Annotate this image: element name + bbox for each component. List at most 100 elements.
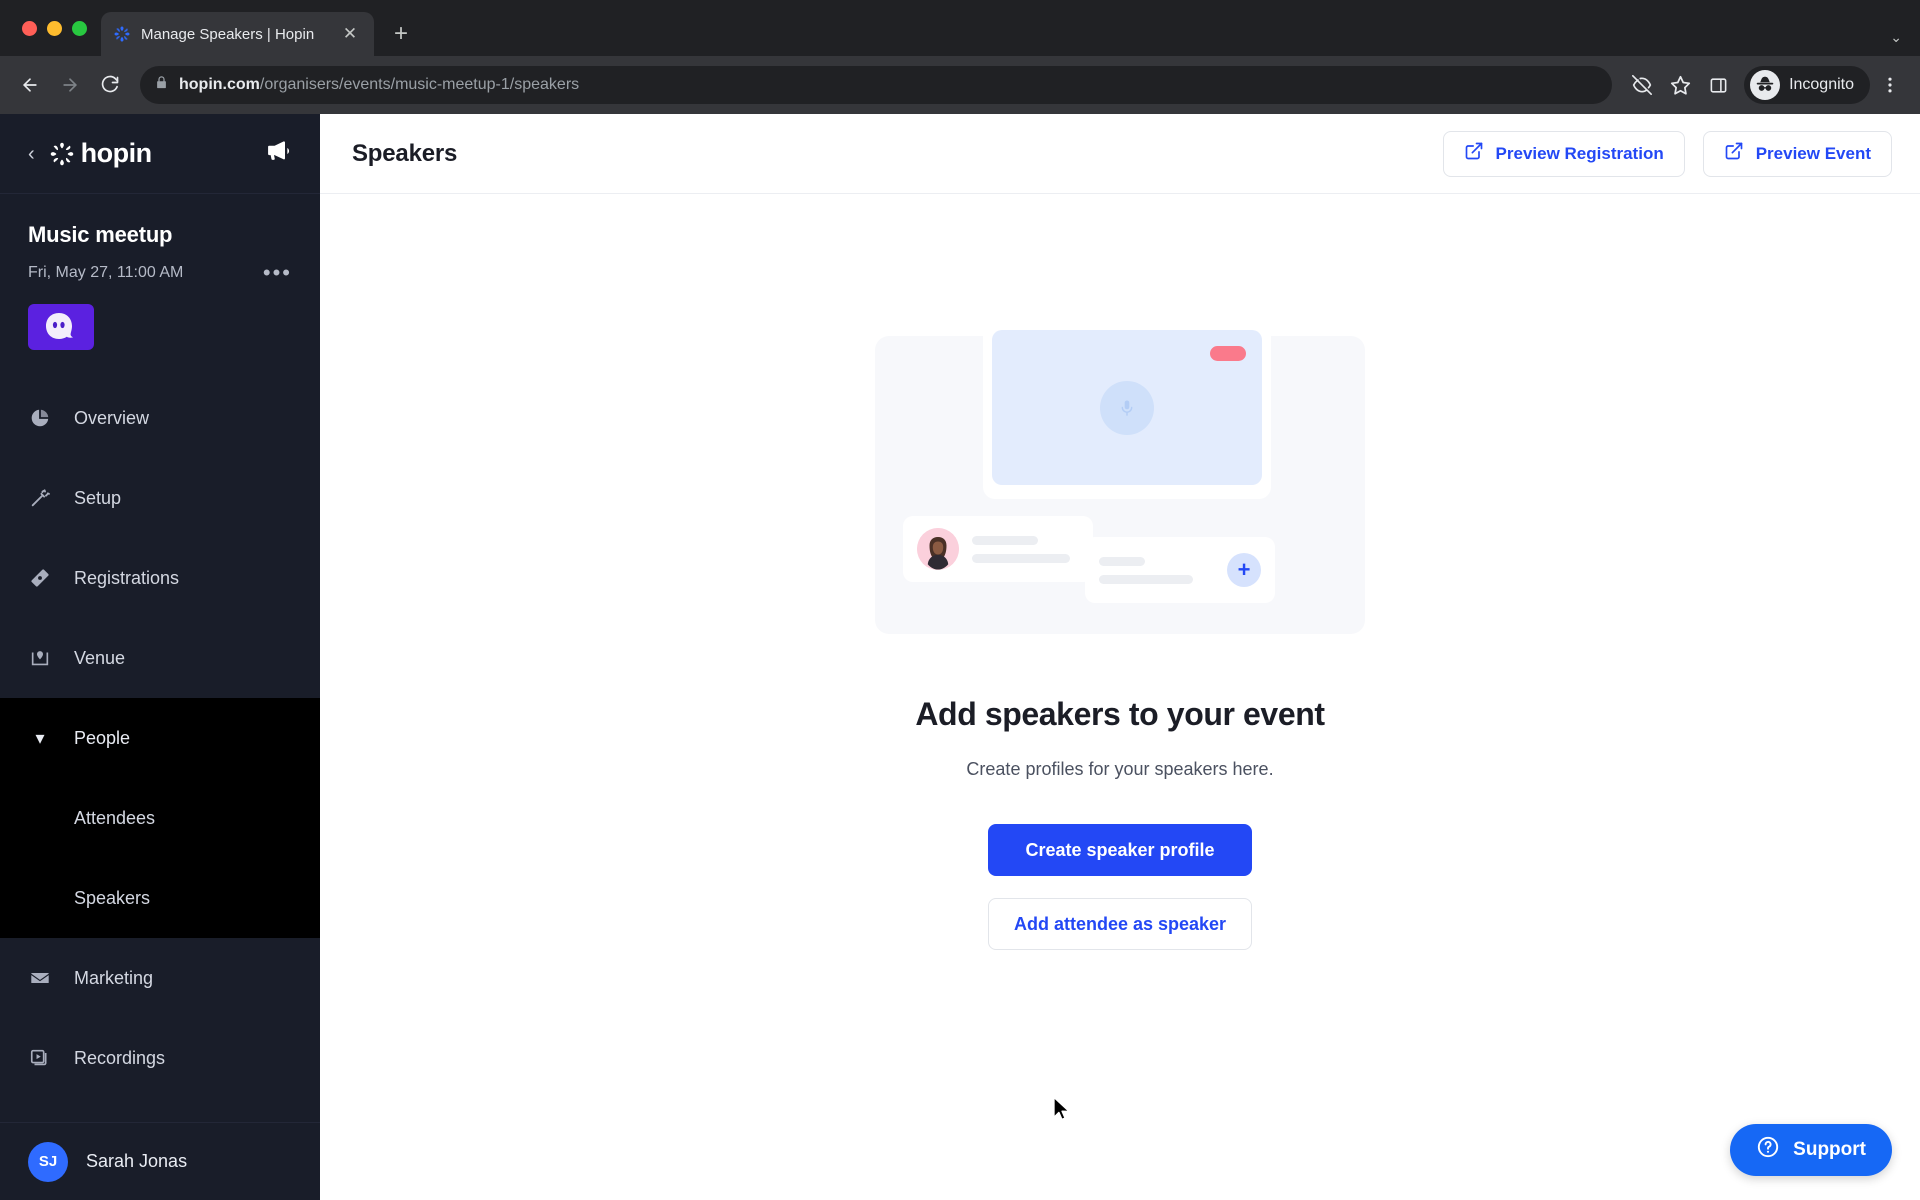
avatar: SJ bbox=[28, 1141, 68, 1182]
preview-event-button[interactable]: Preview Event bbox=[1702, 130, 1892, 177]
minimize-window-button[interactable] bbox=[47, 20, 62, 36]
user-name: Sarah Jonas bbox=[86, 1151, 188, 1171]
sidebar-item-label: Venue bbox=[74, 647, 126, 668]
external-link-icon bbox=[1724, 141, 1744, 166]
page-header: Speakers Preview Registration Preview Ev… bbox=[320, 114, 1920, 194]
page-title: Speakers bbox=[352, 139, 458, 167]
sidebar-item-label: Marketing bbox=[74, 967, 154, 988]
illustration-line bbox=[972, 553, 1071, 563]
plus-icon: + bbox=[1227, 553, 1261, 587]
kebab-menu-icon[interactable] bbox=[1872, 67, 1908, 103]
hopin-logo[interactable]: hopin bbox=[49, 138, 152, 169]
sidebar-item-label: Speakers bbox=[74, 887, 151, 908]
back-button[interactable] bbox=[12, 67, 48, 103]
new-tab-button[interactable]: + bbox=[384, 17, 418, 51]
create-speaker-profile-button[interactable]: Create speaker profile bbox=[988, 824, 1252, 876]
illustration-stage-screen bbox=[992, 330, 1262, 485]
button-label: Preview Event bbox=[1755, 143, 1871, 163]
event-thumbnail[interactable] bbox=[28, 304, 94, 350]
close-window-button[interactable] bbox=[22, 20, 37, 36]
browser-toolbar: hopin.com/organisers/events/music-meetup… bbox=[0, 56, 1920, 114]
event-meta-row: Fri, May 27, 11:00 AM ••• bbox=[28, 262, 292, 284]
event-summary: Music meetup Fri, May 27, 11:00 AM ••• bbox=[0, 194, 320, 350]
illustration-speaker-avatar bbox=[917, 528, 959, 570]
tab-list-chevron-icon[interactable]: ⌄ bbox=[1890, 29, 1902, 46]
envelope-icon bbox=[28, 966, 52, 990]
eye-slash-icon[interactable] bbox=[1624, 67, 1660, 103]
support-button[interactable]: Support bbox=[1730, 1124, 1892, 1176]
url-domain: hopin.com bbox=[179, 76, 260, 93]
illustration-line bbox=[972, 535, 1039, 545]
external-link-icon bbox=[1464, 141, 1484, 166]
url-path: /organisers/events/music-meetup-1/speake… bbox=[259, 76, 580, 93]
header-actions: Preview Registration Preview Event bbox=[1442, 130, 1892, 177]
forward-button[interactable] bbox=[52, 67, 88, 103]
preview-registration-button[interactable]: Preview Registration bbox=[1442, 130, 1685, 177]
sidebar-item-venue[interactable]: Venue bbox=[0, 618, 320, 698]
chevron-down-icon: ▾ bbox=[35, 727, 45, 748]
event-date: Fri, May 27, 11:00 AM bbox=[28, 264, 184, 281]
empty-state-title: Add speakers to your event bbox=[915, 696, 1325, 732]
hopin-favicon bbox=[113, 25, 131, 43]
sidebar-item-label: Recordings bbox=[74, 1047, 166, 1068]
profile-chip[interactable]: Incognito bbox=[1744, 66, 1870, 104]
microphone-icon bbox=[1100, 380, 1154, 435]
main-content: Speakers Preview Registration Preview Ev… bbox=[320, 114, 1920, 1200]
browser-window: Manage Speakers | Hopin ✕ + ⌄ hopin.com/… bbox=[0, 0, 1920, 1200]
support-label: Support bbox=[1793, 1139, 1866, 1160]
question-circle-icon bbox=[1756, 1135, 1780, 1165]
illustration-add-card: + bbox=[1085, 537, 1275, 603]
sidebar-item-label: Overview bbox=[74, 407, 150, 428]
incognito-avatar-icon bbox=[1750, 70, 1781, 100]
sidebar-item-setup[interactable]: Setup bbox=[0, 458, 320, 538]
reload-button[interactable] bbox=[92, 67, 128, 103]
window-controls bbox=[16, 0, 101, 56]
pie-chart-icon bbox=[28, 406, 52, 430]
sidebar-group-people: ▾ People Attendees Speakers bbox=[0, 698, 320, 938]
toolbar-actions: Incognito bbox=[1624, 66, 1908, 104]
address-bar[interactable]: hopin.com/organisers/events/music-meetup… bbox=[140, 66, 1613, 104]
sidebar-item-marketing[interactable]: Marketing bbox=[0, 938, 320, 1018]
sidebar-item-registrations[interactable]: Registrations bbox=[0, 538, 320, 618]
illustration-placeholder-lines bbox=[1099, 556, 1214, 584]
sidebar-item-label: Registrations bbox=[74, 567, 180, 588]
video-library-icon bbox=[28, 1046, 52, 1070]
sidebar-item-label: Setup bbox=[74, 487, 122, 508]
empty-state: + Add speakers to your event Create prof… bbox=[320, 194, 1920, 1200]
profile-label: Incognito bbox=[1789, 76, 1854, 93]
illustration-line bbox=[1099, 574, 1194, 584]
event-more-button[interactable]: ••• bbox=[263, 262, 292, 284]
sidebar-header: ‹ hopin bbox=[0, 114, 320, 194]
sidebar-user[interactable]: SJ Sarah Jonas bbox=[0, 1122, 320, 1200]
sidebar-item-overview[interactable]: Overview bbox=[0, 378, 320, 458]
add-attendee-as-speaker-button[interactable]: Add attendee as speaker bbox=[988, 898, 1252, 950]
sidebar-item-label: Attendees bbox=[74, 807, 156, 828]
url-text: hopin.com/organisers/events/music-meetup… bbox=[179, 76, 579, 94]
collapse-sidebar-icon[interactable]: ‹ bbox=[28, 144, 35, 164]
illustration-line bbox=[1099, 556, 1145, 566]
sidebar-item-speakers[interactable]: Speakers bbox=[0, 858, 320, 938]
page-viewport: ‹ hopin Music meetup Fri, May 27, 11:00 … bbox=[0, 114, 1920, 1200]
tab-title: Manage Speakers | Hopin bbox=[141, 25, 315, 43]
tab-strip: Manage Speakers | Hopin ✕ + ⌄ bbox=[0, 0, 1920, 56]
speakers-empty-illustration: + bbox=[875, 324, 1365, 634]
ticket-icon bbox=[28, 566, 52, 590]
side-panel-icon[interactable] bbox=[1700, 67, 1736, 103]
illustration-placeholder-lines bbox=[972, 535, 1079, 563]
illustration-speaker-card bbox=[903, 516, 1093, 582]
browser-tab[interactable]: Manage Speakers | Hopin ✕ bbox=[101, 12, 374, 56]
event-name: Music meetup bbox=[28, 222, 173, 247]
lock-icon bbox=[154, 75, 169, 95]
megaphone-icon[interactable] bbox=[264, 137, 292, 170]
sidebar-item-recordings[interactable]: Recordings bbox=[0, 1018, 320, 1098]
sidebar-group-toggle-people[interactable]: ▾ People bbox=[0, 698, 320, 778]
magic-wand-icon bbox=[28, 486, 52, 510]
bookmark-star-icon[interactable] bbox=[1662, 67, 1698, 103]
sidebar-item-attendees[interactable]: Attendees bbox=[0, 778, 320, 858]
map-pin-icon bbox=[28, 646, 52, 670]
close-tab-button[interactable]: ✕ bbox=[338, 22, 362, 46]
empty-state-subtitle: Create profiles for your speakers here. bbox=[966, 759, 1274, 779]
hopin-wordmark: hopin bbox=[80, 138, 152, 168]
illustration-live-badge bbox=[1210, 346, 1246, 361]
maximize-window-button[interactable] bbox=[72, 20, 87, 36]
